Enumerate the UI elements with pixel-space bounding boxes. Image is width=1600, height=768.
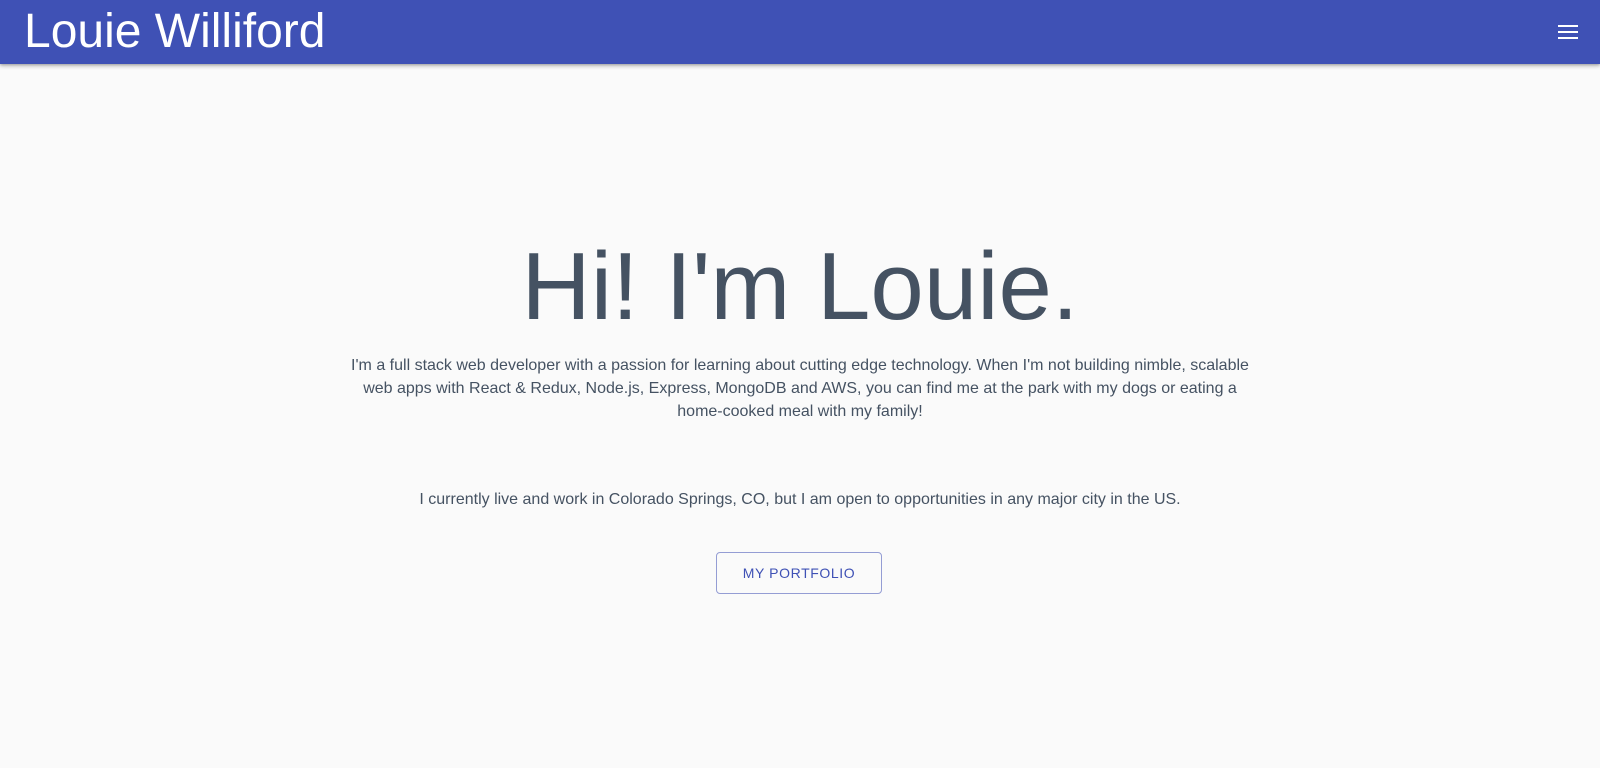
my-portfolio-button[interactable]: MY PORTFOLIO bbox=[716, 552, 882, 594]
hamburger-menu-icon bbox=[1558, 25, 1578, 39]
site-title: Louie Williford bbox=[24, 5, 326, 58]
app-bar: Louie Williford bbox=[0, 0, 1600, 64]
main-content: Hi! I'm Louie. I'm a full stack web deve… bbox=[0, 64, 1600, 768]
menu-button[interactable] bbox=[1548, 12, 1588, 52]
hero-heading: Hi! I'm Louie. bbox=[521, 233, 1079, 340]
location-paragraph: I currently live and work in Colorado Sp… bbox=[419, 491, 1181, 508]
intro-paragraph: I'm a full stack web developer with a pa… bbox=[351, 357, 1249, 420]
